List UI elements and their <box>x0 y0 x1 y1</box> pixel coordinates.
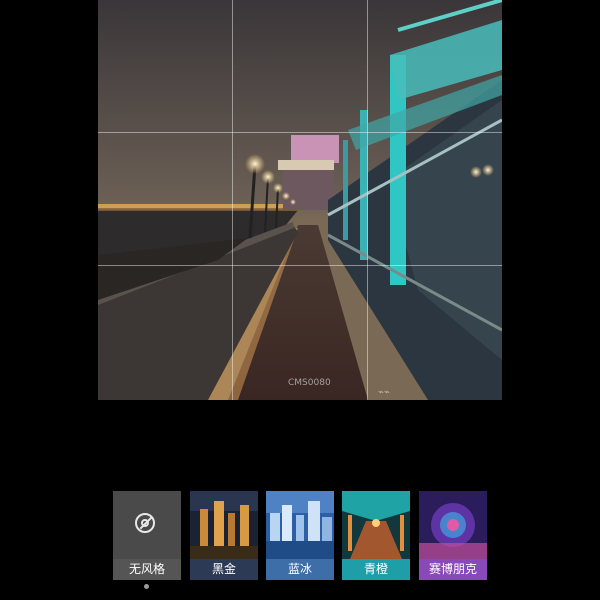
filter-no-style[interactable]: 无风格 <box>113 491 181 589</box>
blue-ice-thumbnail <box>266 491 334 559</box>
selected-indicator <box>144 584 149 589</box>
filter-label: 赛博朋克 <box>419 559 487 580</box>
filter-label: 黑金 <box>190 559 258 580</box>
no-filter-icon <box>135 513 155 533</box>
grid-line <box>98 265 502 266</box>
filter-thumbnail <box>113 491 181 559</box>
night-pier-photo: CMS0080 ⌁⌁ <box>98 0 502 400</box>
filter-black-gold[interactable]: 黑金 <box>190 491 258 588</box>
filter-label: 青橙 <box>342 559 410 580</box>
svg-text:⌁⌁: ⌁⌁ <box>378 387 390 398</box>
cyberpunk-thumbnail <box>419 491 487 559</box>
filter-blue-ice[interactable]: 蓝冰 <box>266 491 334 588</box>
filter-label: 无风格 <box>113 559 181 580</box>
filter-cyberpunk[interactable]: 赛博朋克 <box>419 491 487 588</box>
filter-label: 蓝冰 <box>266 559 334 580</box>
filter-teal-orange[interactable]: 青橙 <box>342 491 410 588</box>
grid-line <box>98 132 502 133</box>
grid-line <box>232 0 233 400</box>
teal-orange-thumbnail <box>342 491 410 559</box>
black-gold-thumbnail <box>190 491 258 559</box>
svg-text:CMS0080: CMS0080 <box>288 378 331 388</box>
photo-preview[interactable]: CMS0080 ⌁⌁ <box>98 0 502 400</box>
grid-line <box>367 0 368 400</box>
